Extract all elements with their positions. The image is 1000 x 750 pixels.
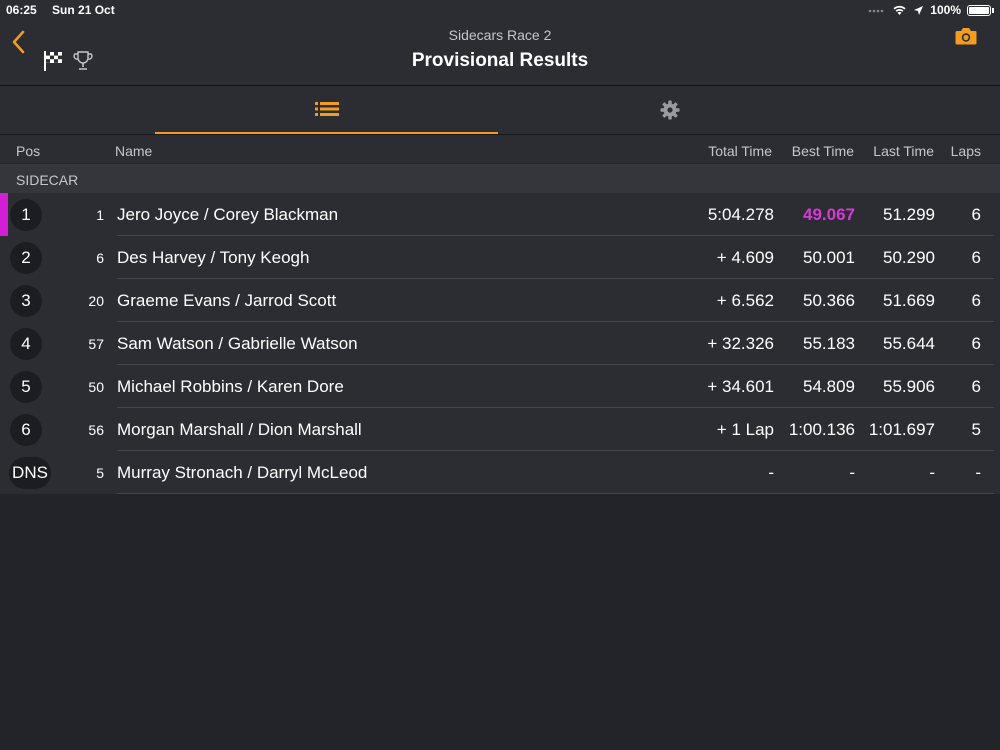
battery-percent: 100%	[930, 3, 961, 17]
signal-icon	[868, 9, 884, 13]
last-time: 50.290	[883, 248, 935, 267]
laps: 6	[971, 205, 981, 224]
camera-icon[interactable]	[954, 26, 978, 46]
position-badge: 4	[10, 328, 42, 360]
table-row[interactable]: 6 56 Morgan Marshall / Dion Marshall + 1…	[0, 408, 1000, 451]
race-number: 50	[88, 379, 104, 395]
position-badge: 5	[10, 371, 42, 403]
best-time: 50.001	[803, 248, 855, 267]
page-title: Provisional Results	[411, 50, 589, 71]
last-time: 55.644	[883, 334, 935, 353]
rider-names: Morgan Marshall / Dion Marshall	[117, 420, 362, 439]
best-time: 50.366	[803, 291, 855, 310]
location-icon	[914, 5, 924, 15]
rider-names: Jero Joyce / Corey Blackman	[117, 205, 339, 224]
laps: 6	[971, 334, 981, 353]
laps: 6	[971, 377, 981, 396]
race-number: 20	[88, 293, 104, 309]
best-time: 49.067	[803, 205, 855, 224]
results-table: 1 1 Jero Joyce / Corey Blackman 5:04.278…	[0, 193, 1000, 494]
position-badge: 2	[10, 242, 42, 274]
table-row[interactable]: 5 50 Michael Robbins / Karen Dore + 34.6…	[0, 365, 1000, 408]
last-time: 55.906	[883, 377, 935, 396]
header: Sidecars Race 2 Provisional Results	[0, 20, 1000, 86]
laps: 6	[971, 248, 981, 267]
last-time: 51.669	[883, 291, 935, 310]
gear-icon	[660, 100, 679, 120]
table-row[interactable]: 3 20 Graeme Evans / Jarrod Scott + 6.562…	[0, 279, 1000, 322]
col-name: Name	[115, 143, 153, 159]
status-bar: 06:25 Sun 21 Oct 100%	[0, 0, 1000, 20]
total-time: + 34.601	[707, 377, 774, 396]
rider-names: Graeme Evans / Jarrod Scott	[117, 291, 337, 310]
laps: 6	[971, 291, 981, 310]
column-header: Pos Name Total Time Best Time Last Time …	[0, 135, 1000, 163]
best-time: 54.809	[803, 377, 855, 396]
total-time: + 32.326	[707, 334, 774, 353]
rider-names: Sam Watson / Gabrielle Watson	[117, 334, 358, 353]
table-row[interactable]: 1 1 Jero Joyce / Corey Blackman 5:04.278…	[0, 193, 1000, 236]
rider-names: Murray Stronach / Darryl McLeod	[117, 463, 368, 482]
col-laps: Laps	[950, 143, 981, 159]
best-time: 1:00.136	[788, 420, 855, 439]
table-row[interactable]: 4 57 Sam Watson / Gabrielle Watson + 32.…	[0, 322, 1000, 365]
race-number: 57	[88, 336, 104, 352]
laps: -	[975, 463, 981, 482]
best-time: 55.183	[803, 334, 855, 353]
position-badge: 3	[10, 285, 42, 317]
total-time: 5:04.278	[707, 205, 774, 224]
table-row[interactable]: DNS 5 Murray Stronach / Darryl McLeod - …	[0, 451, 1000, 494]
status-time: 06:25	[6, 3, 37, 17]
last-time: -	[929, 463, 935, 482]
best-time: -	[849, 463, 855, 482]
battery-icon	[967, 4, 991, 16]
total-time: -	[768, 463, 774, 482]
col-pos: Pos	[16, 143, 41, 159]
battery-tip	[992, 7, 994, 13]
class-section-header: SIDECAR	[0, 164, 1000, 193]
total-time: + 4.609	[716, 248, 774, 267]
last-time: 51.299	[883, 205, 935, 224]
position-badge: 6	[10, 414, 42, 446]
tab-bar	[0, 86, 1000, 135]
status-date: Sun 21 Oct	[52, 3, 115, 17]
position-badge: 1	[10, 199, 42, 231]
last-time: 1:01.697	[868, 420, 935, 439]
rider-names: Michael Robbins / Karen Dore	[117, 377, 344, 396]
total-time: + 6.562	[716, 291, 774, 310]
rider-names: Des Harvey / Tony Keogh	[117, 248, 310, 267]
table-row[interactable]: 2 6 Des Harvey / Tony Keogh + 4.609 50.0…	[0, 236, 1000, 279]
wifi-icon	[893, 5, 906, 15]
col-best-time: Best Time	[791, 143, 854, 159]
tab-results-list[interactable]	[155, 86, 498, 134]
laps: 5	[971, 420, 981, 439]
race-number: 6	[96, 250, 104, 266]
leader-indicator	[0, 193, 8, 236]
col-total-time: Total Time	[708, 143, 772, 159]
list-icon	[314, 102, 339, 116]
total-time: + 1 Lap	[716, 420, 774, 439]
class-label: SIDECAR	[16, 172, 79, 188]
position-badge: DNS	[9, 457, 51, 489]
race-number: 1	[96, 207, 104, 223]
col-last-time: Last Time	[873, 143, 934, 159]
race-number: 5	[96, 465, 104, 481]
tab-settings[interactable]	[498, 86, 841, 134]
race-subtitle: Sidecars Race 2	[448, 27, 552, 43]
race-number: 56	[88, 422, 104, 438]
